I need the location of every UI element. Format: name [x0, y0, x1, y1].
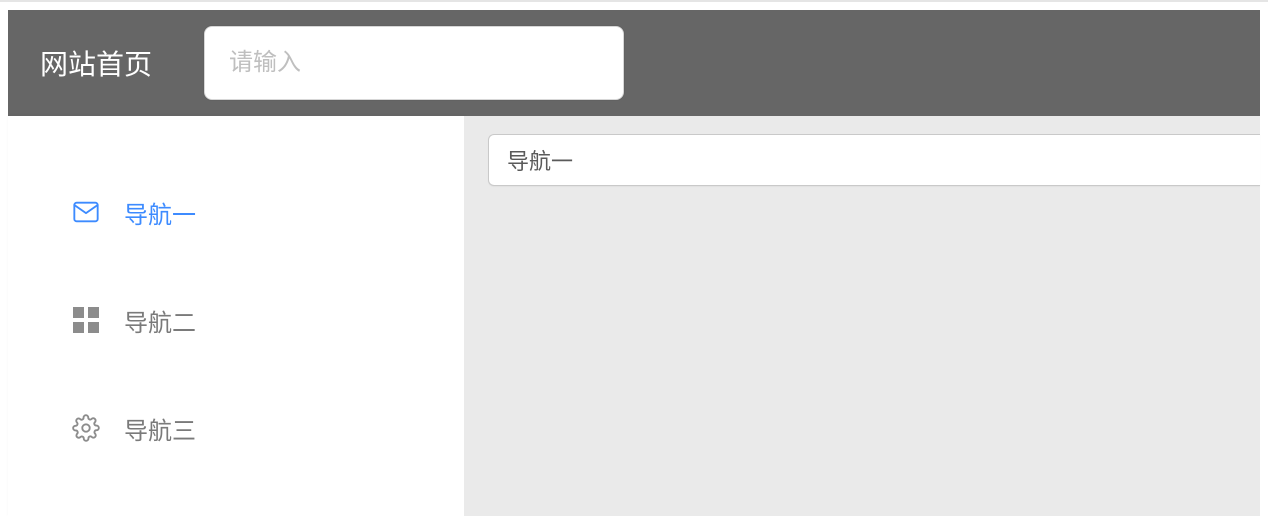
grid-icon: [70, 304, 102, 336]
sidebar-item-nav3[interactable]: 导航三: [8, 374, 464, 482]
sidebar-item-nav2[interactable]: 导航二: [8, 266, 464, 374]
page-title: 网站首页: [40, 43, 152, 83]
sidebar-item-nav1[interactable]: 导航一: [8, 158, 464, 266]
body-wrap: 导航一 导航二 导航三 导航一: [8, 116, 1260, 516]
content-title: 导航一: [507, 144, 573, 176]
main-content: 导航一: [464, 116, 1260, 516]
sidebar-item-label: 导航二: [124, 303, 196, 338]
content-title-card: 导航一: [488, 134, 1260, 186]
header: 网站首页: [8, 10, 1260, 116]
sidebar-item-label: 导航一: [124, 195, 196, 230]
sidebar: 导航一 导航二 导航三: [8, 116, 464, 516]
sidebar-item-label: 导航三: [124, 411, 196, 446]
gear-icon: [70, 412, 102, 444]
top-divider: [0, 0, 1268, 2]
search-input[interactable]: [204, 26, 624, 100]
mail-icon: [70, 196, 102, 228]
